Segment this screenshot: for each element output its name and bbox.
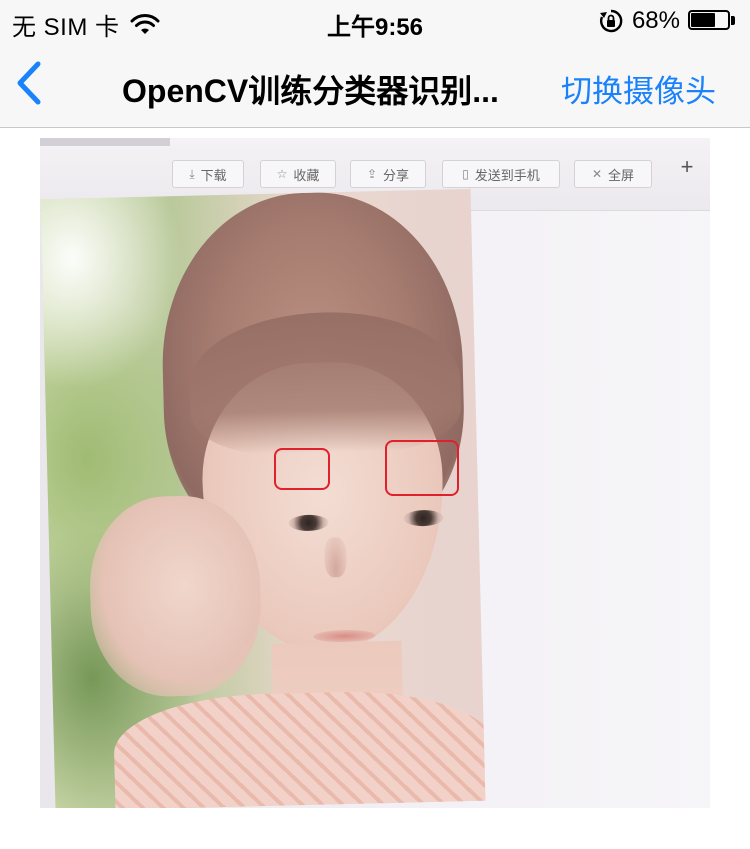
captured-download-label: 下载 xyxy=(200,167,227,183)
captured-share-button: ⇪ 分享 xyxy=(350,160,426,188)
eye-detection-box-left xyxy=(274,448,330,490)
back-chevron-icon[interactable] xyxy=(10,58,54,108)
navigation-bar: OpenCV训练分类器识别... 切换摄像头 xyxy=(0,40,750,128)
phone-icon: ▯ xyxy=(462,167,469,181)
switch-camera-button[interactable]: 切换摄像头 xyxy=(561,66,716,111)
captured-tab-strip xyxy=(40,138,170,146)
download-icon: ⤓ xyxy=(189,166,195,181)
camera-preview: ⤓ 下载 ☆ 收藏 ⇪ 分享 ▯ 发送到手机 ✕ 全屏 + xyxy=(40,138,710,808)
captured-share-label: 分享 xyxy=(383,167,410,183)
battery-icon xyxy=(688,10,736,32)
battery-percent: 68% xyxy=(631,7,680,34)
captured-fullscreen-button: ✕ 全屏 xyxy=(574,160,652,188)
captured-send-to-phone-button: ▯ 发送到手机 xyxy=(442,160,560,188)
fullscreen-icon: ✕ xyxy=(591,167,603,181)
captured-portrait-photo xyxy=(40,188,486,808)
captured-plus-icon: + xyxy=(680,154,694,179)
captured-send-to-phone-label: 发送到手机 xyxy=(474,167,540,183)
status-right: 68% xyxy=(598,7,736,35)
shirt-shape xyxy=(112,688,486,808)
captured-fullscreen-label: 全屏 xyxy=(608,167,635,183)
star-icon: ☆ xyxy=(276,167,288,181)
captured-favorite-label: 收藏 xyxy=(293,167,320,183)
page-title: OpenCV训练分类器识别... xyxy=(122,73,499,109)
status-bar: 无 SIM 卡 上午9:56 68% xyxy=(0,0,750,41)
rotation-lock-icon xyxy=(599,9,623,33)
captured-favorite-button: ☆ 收藏 xyxy=(260,160,336,188)
eye-detection-box-right xyxy=(385,440,459,496)
share-icon: ⇪ xyxy=(366,167,378,181)
nose-shape xyxy=(323,536,347,578)
hand-shape xyxy=(87,494,263,699)
captured-download-button: ⤓ 下载 xyxy=(172,160,244,188)
